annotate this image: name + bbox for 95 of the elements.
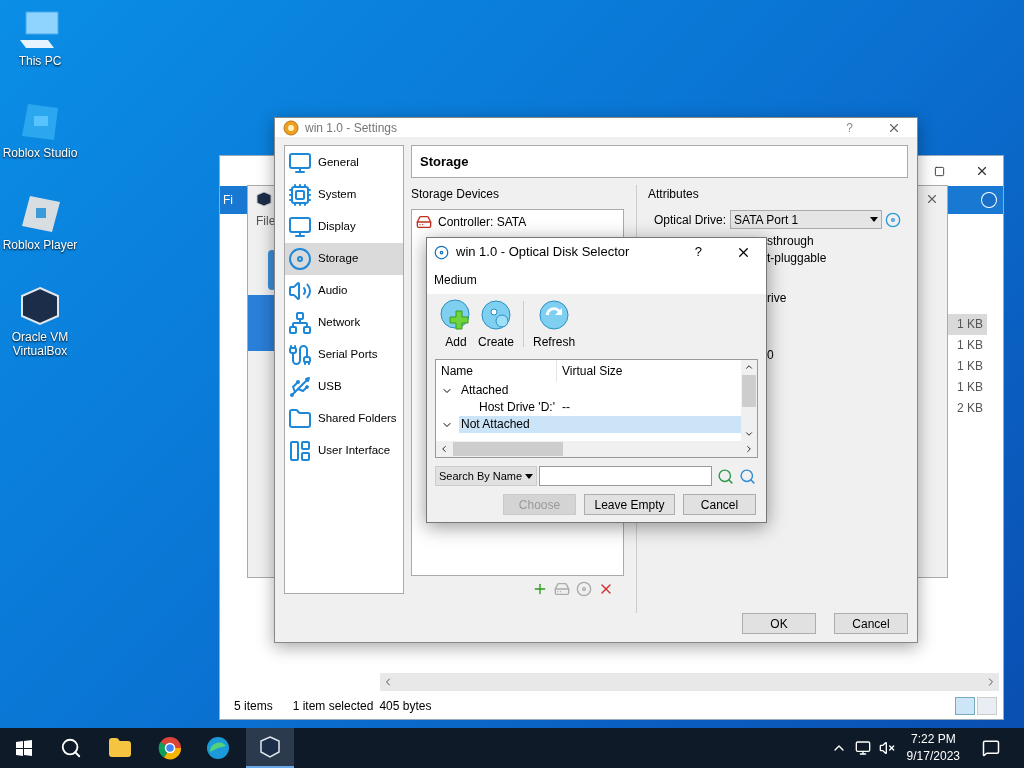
display-icon <box>288 215 312 239</box>
toolbar-button[interactable]: Refresh <box>530 299 579 351</box>
storage-icon <box>288 247 312 271</box>
close-icon[interactable] <box>975 164 989 178</box>
clock-time[interactable]: 7:22 PM <box>910 731 956 748</box>
clock-date[interactable]: 9/17/2023 <box>906 748 960 765</box>
toolbar-button[interactable]: Add <box>437 299 475 351</box>
group-label: Attributes <box>648 186 700 203</box>
tiles-view-button[interactable] <box>977 697 997 715</box>
cube-icon <box>259 736 281 758</box>
sidebar-item[interactable]: General <box>285 147 403 179</box>
add-disc-icon <box>440 299 472 331</box>
medium-size: -- <box>561 399 570 416</box>
menu-item[interactable]: Medium <box>434 271 477 289</box>
info-text: rive <box>767 290 788 307</box>
checkbox-label: t-pluggable <box>767 250 828 267</box>
status-text: 5 items <box>234 698 273 715</box>
checkbox-label: sthrough <box>767 233 815 250</box>
maximize-icon[interactable] <box>934 165 945 177</box>
status-text: 1 item selected <box>292 698 374 715</box>
folder-icon[interactable] <box>108 736 132 760</box>
sidebar-item[interactable]: System <box>285 179 403 211</box>
sidebar-item[interactable]: User Interface <box>285 435 403 467</box>
cube-icon <box>18 286 62 326</box>
vertical-scrollbar[interactable] <box>741 360 757 441</box>
sidebar-item[interactable]: Network <box>285 307 403 339</box>
scroll-right-icon[interactable] <box>744 444 754 454</box>
sidebar-item[interactable]: Display <box>285 211 403 243</box>
info-text: 0 <box>767 347 775 364</box>
file-size: 1 KB <box>956 337 984 354</box>
desktop-icon-label[interactable]: Oracle VM VirtualBox <box>0 330 80 358</box>
help-button[interactable]: ? <box>846 118 853 137</box>
file-size: 1 KB <box>956 379 984 396</box>
search-field[interactable] <box>539 466 712 486</box>
audio-icon <box>288 279 312 303</box>
browser-icon[interactable] <box>206 736 230 760</box>
column-header[interactable]: Name <box>436 360 557 382</box>
disc-icon <box>434 244 449 260</box>
computer-icon <box>18 10 62 50</box>
file-size: 1 KB <box>956 358 984 375</box>
sidebar-item[interactable]: Audio <box>285 275 403 307</box>
network-icon[interactable] <box>854 740 871 756</box>
horizontal-scrollbar[interactable] <box>436 441 757 457</box>
optical-drive-dropdown[interactable]: SATA Port 1 <box>730 210 883 229</box>
ui-icon <box>288 439 312 463</box>
search-icon[interactable] <box>60 737 82 759</box>
toolbar-button[interactable]: Create <box>475 299 518 351</box>
dialog-button[interactable]: Cancel <box>683 494 756 515</box>
disc-icon <box>480 299 512 331</box>
notifications-icon[interactable] <box>982 739 1000 757</box>
field-label: Optical Drive: <box>654 211 727 229</box>
sidebar-item[interactable]: USB <box>285 371 403 403</box>
desktop-icon-label[interactable]: Roblox Studio <box>2 146 78 160</box>
desktop-icon-label[interactable]: Roblox Player <box>2 238 78 252</box>
disc-icon[interactable] <box>885 211 902 228</box>
start-icon[interactable] <box>16 740 32 756</box>
status-text: 405 bytes <box>379 698 432 715</box>
system-icon <box>288 183 312 207</box>
scroll-up-icon[interactable] <box>744 362 754 372</box>
sidebar-item[interactable]: Serial Ports <box>285 339 403 371</box>
folder-icon <box>288 407 312 431</box>
dialog-button[interactable]: Cancel <box>834 613 908 634</box>
scroll-down-icon[interactable] <box>744 429 754 439</box>
dialog-button[interactable]: Leave Empty <box>584 494 675 515</box>
section-header: Storage <box>411 145 908 178</box>
ribbon-tab[interactable]: Fi <box>220 191 233 209</box>
search-previous-icon[interactable] <box>717 467 734 485</box>
general-icon <box>288 151 312 175</box>
controller-icon <box>416 214 432 230</box>
sidebar-item[interactable]: Shared Folders <box>285 403 403 435</box>
network-icon <box>288 311 312 335</box>
file-size: 2 KB <box>956 400 984 417</box>
sidebar-item[interactable]: Storage <box>285 243 403 275</box>
scroll-left-icon[interactable] <box>439 444 449 454</box>
help-button[interactable]: ? <box>694 242 702 262</box>
refresh-icon <box>538 299 571 331</box>
usb-icon <box>288 375 312 399</box>
tree-group[interactable]: Attached <box>459 382 741 399</box>
muted-speaker-icon[interactable] <box>878 740 895 756</box>
tree-group[interactable]: Not Attached <box>459 416 741 433</box>
group-label: Storage Devices <box>411 186 501 203</box>
taskbar-app-button[interactable] <box>246 728 294 768</box>
browser-icon[interactable] <box>158 736 182 760</box>
desktop-icon-label[interactable]: This PC <box>18 54 62 68</box>
cube-icon <box>256 191 272 207</box>
column-header[interactable]: Virtual Size <box>557 360 623 382</box>
search-mode-dropdown[interactable]: Search By Name <box>435 466 537 486</box>
tree-item[interactable]: Controller: SATA <box>438 213 527 231</box>
search-next-icon[interactable] <box>739 467 756 485</box>
window-title: win 1.0 - Settings <box>305 119 398 137</box>
dropdown-arrow-icon <box>870 217 879 222</box>
medium-name[interactable]: Host Drive 'D:' <box>436 399 557 416</box>
serial-icon <box>288 343 312 367</box>
dialog-button[interactable]: OK <box>742 613 816 634</box>
window-title: win 1.0 - Optical Disk Selector <box>456 243 630 262</box>
